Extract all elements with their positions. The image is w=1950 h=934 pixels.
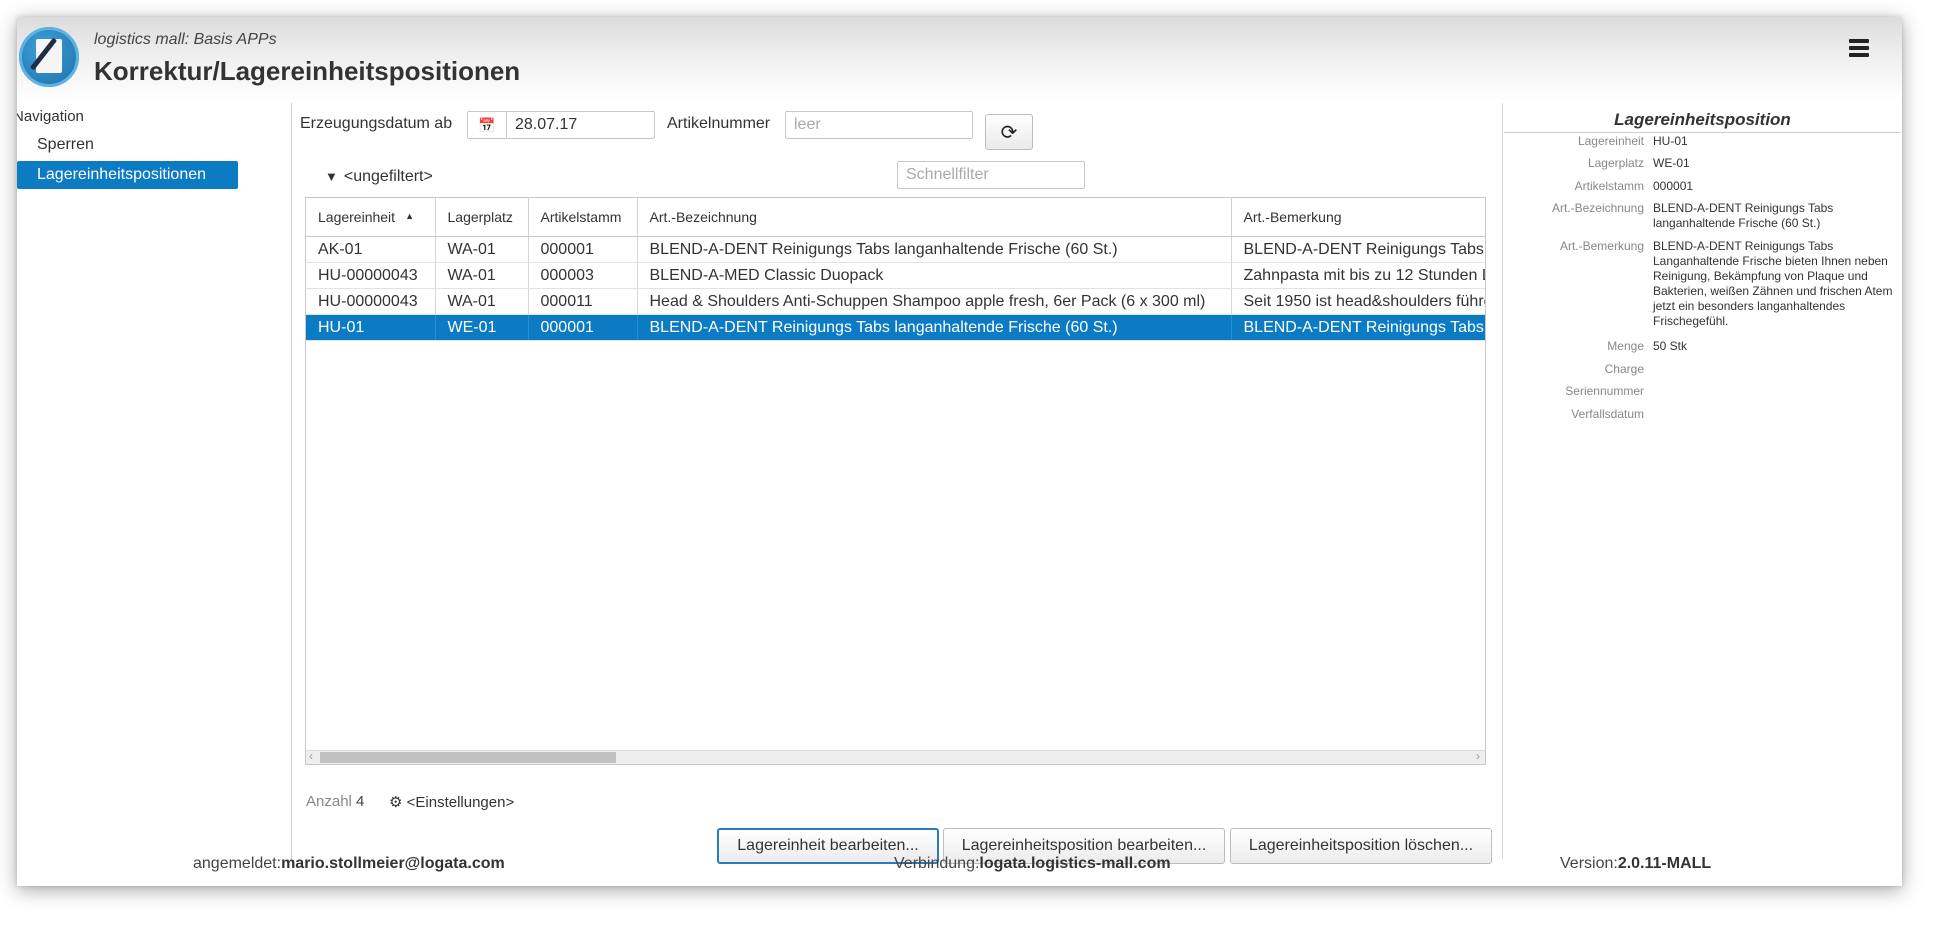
table-row-selected[interactable]: HU-01 WE-01 000001 BLEND-A-DENT Reinigun… <box>306 314 1485 341</box>
cell-lagereinheit: HU-01 <box>306 314 436 341</box>
cell-lagereinheit: AK-01 <box>306 236 436 263</box>
detail-value-lagerplatz: WE-01 <box>1653 156 1690 170</box>
column-header-artikelstamm[interactable]: Artikelstamm <box>528 198 638 237</box>
detail-value-menge: 50 Stk <box>1653 339 1688 353</box>
date-value: 28.07.17 <box>515 116 578 133</box>
filter-toggle[interactable]: ▼ <ungefiltert> <box>325 168 433 186</box>
cell-bezeichnung: BLEND-A-DENT Reinigungs Tabs langanhalte… <box>637 236 1232 263</box>
cell-bemerkung: Zahnpasta mit bis zu 12 Stunden L <box>1231 262 1485 289</box>
cell-artikelstamm: 000001 <box>528 314 638 341</box>
column-header-lagerplatz[interactable]: Lagerplatz <box>435 198 529 237</box>
gear-icon: ⚙ <box>389 794 403 811</box>
cell-artikelstamm: 000003 <box>528 262 638 289</box>
detail-label-bemerkung: Art.-Bemerkung <box>1559 239 1644 253</box>
detail-value-lagereinheit: HU-01 <box>1653 134 1688 148</box>
cell-artikelstamm: 000001 <box>528 236 638 263</box>
cell-bezeichnung: Head & Shoulders Anti-Schuppen Shampoo a… <box>637 288 1232 315</box>
page-title: Korrektur/Lagereinheitspositionen <box>94 56 521 86</box>
hamburger-menu-icon[interactable] <box>1849 39 1869 57</box>
cell-lagereinheit: HU-00000043 <box>306 288 436 315</box>
divider <box>291 103 292 859</box>
cell-lagerplatz: WE-01 <box>435 314 529 341</box>
footer-connection: Verbindung:logata.logistics-mall.com <box>894 855 1171 872</box>
nav-item-lagereinheitspositionen[interactable]: Lagereinheitspositionen <box>17 161 238 189</box>
detail-title: Lagereinheitsposition <box>1614 110 1791 129</box>
app-logo-icon <box>19 27 79 87</box>
app-window: logistics mall: Basis APPs Korrektur/Lag… <box>17 17 1902 886</box>
calendar-icon[interactable]: 📅 <box>468 112 507 138</box>
detail-label-charge: Charge <box>1604 362 1644 376</box>
scrollbar-thumb[interactable] <box>320 752 616 763</box>
detail-label-lagerplatz: Lagerplatz <box>1587 156 1644 170</box>
settings-link[interactable]: ⚙ <Einstellungen> <box>389 793 514 811</box>
divider <box>1504 132 1901 133</box>
detail-value-artikelstamm: 000001 <box>1653 179 1694 193</box>
cell-bezeichnung: BLEND-A-DENT Reinigungs Tabs langanhalte… <box>637 314 1232 341</box>
footer-user: angemeldet:mario.stollmeier@logata.com <box>193 855 505 872</box>
navigation-title: Navigation <box>17 108 84 125</box>
refresh-button[interactable]: ⟳ <box>985 114 1033 150</box>
scroll-right-icon[interactable]: › <box>1476 749 1480 763</box>
date-field[interactable]: 📅 28.07.17 <box>467 111 655 139</box>
cell-lagereinheit: HU-00000043 <box>306 262 436 289</box>
row-count: Anzahl 4 <box>306 793 365 810</box>
nav-item-sperren[interactable]: Sperren <box>37 136 94 154</box>
cell-lagerplatz: WA-01 <box>435 262 529 289</box>
scroll-left-icon[interactable]: ‹ <box>309 749 313 763</box>
app-subtitle: logistics mall: Basis APPs <box>94 31 277 48</box>
date-label: Erzeugungsdatum ab <box>300 115 453 132</box>
cell-bemerkung: Seit 1950 ist head&shoulders führe <box>1231 288 1485 315</box>
cell-bemerkung: BLEND-A-DENT Reinigungs Tabs <box>1231 314 1485 341</box>
table-row[interactable]: HU-00000043 WA-01 000003 BLEND-A-MED Cla… <box>306 262 1485 289</box>
cell-artikelstamm: 000011 <box>528 288 638 315</box>
header-bar: logistics mall: Basis APPs Korrektur/Lag… <box>17 17 1902 101</box>
column-header-bemerkung[interactable]: Art.-Bemerkung <box>1231 198 1485 237</box>
cell-lagerplatz: WA-01 <box>435 236 529 263</box>
delete-position-button[interactable]: Lagereinheitsposition löschen... <box>1230 828 1492 864</box>
sort-ascending-icon: ▲ <box>405 211 414 221</box>
detail-label-artikelstamm: Artikelstamm <box>1574 179 1644 193</box>
horizontal-scrollbar[interactable]: ‹ › <box>306 749 1485 764</box>
detail-label-seriennummer: Seriennummer <box>1565 384 1644 398</box>
refresh-icon: ⟳ <box>1000 121 1018 144</box>
detail-label-lagereinheit: Lagereinheit <box>1577 134 1644 148</box>
positions-table: Lagereinheit ▲ Lagerplatz Artikelstamm Ar… <box>305 197 1486 765</box>
table-row[interactable]: AK-01 WA-01 000001 BLEND-A-DENT Reinigun… <box>306 236 1485 263</box>
detail-label-menge: Menge <box>1607 339 1644 353</box>
cell-bemerkung: BLEND-A-DENT Reinigungs Tabs <box>1231 236 1485 263</box>
funnel-icon: ▼ <box>325 169 338 184</box>
divider <box>1502 103 1503 859</box>
detail-value-bemerkung: BLEND-A-DENT Reinigungs Tabs Langanhalte… <box>1653 239 1893 328</box>
table-row[interactable]: HU-00000043 WA-01 000011 Head & Shoulder… <box>306 288 1485 315</box>
column-header-bezeichnung[interactable]: Art.-Bezeichnung <box>637 198 1232 237</box>
footer-version: Version:2.0.11-MALL <box>1560 855 1712 872</box>
cell-lagerplatz: WA-01 <box>435 288 529 315</box>
detail-value-bezeichnung: BLEND-A-DENT Reinigungs Tabs langanhalte… <box>1653 201 1834 230</box>
detail-label-bezeichnung: Art.-Bezeichnung <box>1551 201 1644 215</box>
cell-bezeichnung: BLEND-A-MED Classic Duopack <box>637 262 1232 289</box>
quick-filter-input[interactable]: Schnellfilter <box>897 161 1085 189</box>
article-label: Artikelnummer <box>667 115 771 132</box>
column-header-lagereinheit[interactable]: Lagereinheit ▲ <box>306 198 436 237</box>
detail-label-verfallsdatum: Verfallsdatum <box>1571 407 1644 421</box>
article-number-input[interactable]: leer <box>785 111 973 139</box>
